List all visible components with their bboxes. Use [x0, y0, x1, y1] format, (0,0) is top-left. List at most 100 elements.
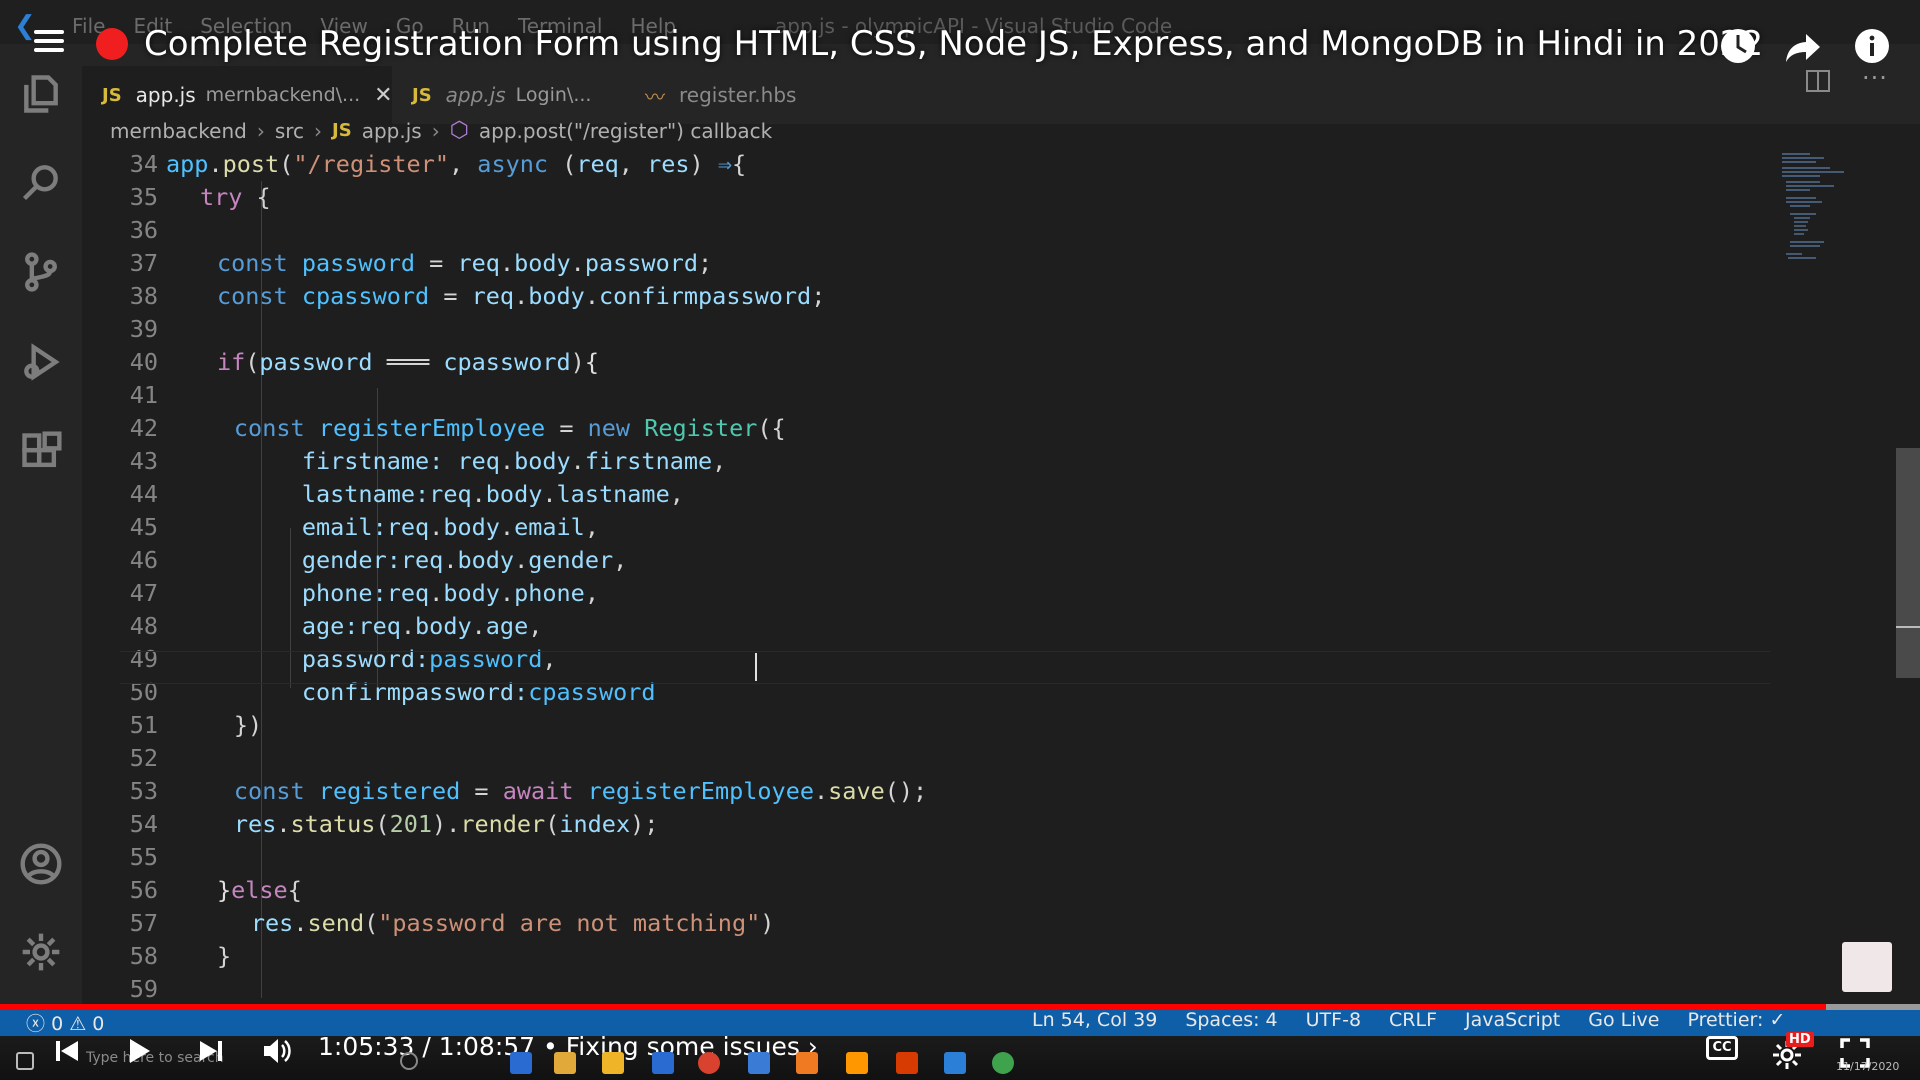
code-text: gender:req.body.gender, — [302, 544, 627, 577]
mail-icon[interactable] — [652, 1052, 674, 1074]
code-line[interactable]: 57 res.send("password are not matching") — [82, 907, 1782, 940]
code-text: const password = req.body.password; — [217, 247, 712, 280]
code-line[interactable]: 56}else{ — [82, 874, 1782, 907]
source-control-icon[interactable] — [17, 248, 65, 296]
code-token: . — [276, 810, 291, 838]
minimap[interactable] — [1780, 148, 1872, 288]
code-line[interactable]: 55 — [82, 841, 1782, 874]
code-token: ( — [375, 810, 390, 838]
breadcrumb-file[interactable]: app.js — [362, 119, 422, 143]
accounts-icon[interactable] — [17, 840, 65, 888]
channel-watermark[interactable] — [1842, 942, 1892, 992]
code-line[interactable]: 47 phone:req.body.phone, — [82, 577, 1782, 610]
encoding[interactable]: UTF-8 — [1306, 1009, 1361, 1031]
code-line[interactable]: 48 age:req.body.age, — [82, 610, 1782, 643]
vertical-scrollbar[interactable] — [1896, 448, 1920, 678]
captions-button[interactable]: CC — [1706, 1036, 1738, 1060]
breadcrumb-symbol[interactable]: app.post("/register") callback — [479, 119, 772, 143]
file-explorer-icon[interactable] — [602, 1052, 624, 1074]
code-line[interactable]: 43 firstname: req.body.firstname, — [82, 445, 1782, 478]
code-line[interactable]: 58} — [82, 940, 1782, 973]
mongodb-icon[interactable] — [992, 1052, 1014, 1074]
manage-gear-icon[interactable] — [17, 928, 65, 976]
edge-icon[interactable] — [510, 1052, 532, 1074]
line-number: 44 — [129, 480, 158, 508]
office-icon[interactable] — [896, 1052, 918, 1074]
indentation[interactable]: Spaces: 4 — [1185, 1009, 1277, 1031]
cursor-position[interactable]: Ln 54, Col 39 — [1032, 1009, 1157, 1031]
code-token: post — [222, 150, 280, 178]
code-token: "password are not matching" — [378, 909, 761, 937]
code-token: req — [358, 612, 401, 640]
prettier-status[interactable]: Prettier: ✓ — [1687, 1009, 1785, 1031]
tab-app-js-login[interactable]: JS app.js Login\... — [392, 66, 607, 124]
sublime-icon[interactable] — [846, 1052, 868, 1074]
code-line[interactable]: 52 — [82, 742, 1782, 775]
code-line[interactable]: 46 gender:req.body.gender, — [82, 544, 1782, 577]
code-line[interactable]: 41 — [82, 379, 1782, 412]
code-line[interactable]: 54 res.status(201).render(index); — [82, 808, 1782, 841]
handlebars-file-icon: 〰 — [645, 84, 665, 109]
code-token: registerEmployee — [587, 777, 814, 805]
close-icon[interactable]: ✕ — [374, 83, 392, 108]
menu-icon[interactable] — [34, 30, 64, 52]
code-token: phone: — [301, 579, 387, 607]
code-line[interactable]: 45 email:req.body.email, — [82, 511, 1782, 544]
code-line[interactable]: 34 app.post("/register", async (req, res)… — [82, 148, 1782, 181]
next-icon[interactable] — [194, 1034, 228, 1068]
vscode-taskbar-icon[interactable] — [944, 1052, 966, 1074]
store-icon[interactable] — [554, 1052, 576, 1074]
code-line[interactable]: 38 const cpassword = req.body.confirmpass… — [82, 280, 1782, 313]
extensions-icon[interactable] — [17, 428, 65, 476]
run-debug-icon[interactable] — [17, 338, 65, 386]
windows-start-icon[interactable] — [16, 1052, 34, 1070]
tab-register-hbs[interactable]: 〰 register.hbs — [627, 66, 842, 124]
tab-app-js-mernbackend[interactable]: JS app.js mernbackend\... ✕ — [82, 66, 393, 124]
code-token: ; — [698, 249, 713, 277]
info-icon[interactable] — [1852, 26, 1892, 66]
share-icon[interactable] — [1784, 26, 1824, 66]
code-line[interactable]: 42 const registerEmployee = new Register(… — [82, 412, 1782, 445]
code-token: . — [542, 480, 557, 508]
code-line[interactable]: 40 if(password ═══ cpassword){ — [82, 346, 1782, 379]
search-icon[interactable] — [17, 158, 65, 206]
code-line[interactable]: 37 const password = req.body.password; — [82, 247, 1782, 280]
app-icon[interactable] — [748, 1052, 770, 1074]
code-token: render — [460, 810, 546, 838]
explorer-icon[interactable] — [17, 70, 65, 118]
code-token: try — [199, 183, 243, 211]
breadcrumb-folder[interactable]: mernbackend — [110, 119, 247, 143]
volume-icon[interactable] — [260, 1034, 294, 1068]
split-editor-icon[interactable] — [1806, 70, 1830, 92]
code-line[interactable]: 59 — [82, 973, 1782, 998]
code-token: ); — [630, 810, 659, 838]
breadcrumb-folder[interactable]: src — [275, 119, 304, 143]
chevron-right-icon: › — [314, 118, 323, 143]
video-title[interactable]: Complete Registration Form using HTML, C… — [144, 24, 1763, 64]
chrome-icon[interactable] — [698, 1052, 720, 1074]
code-editor[interactable]: 34 app.post("/register", async (req, res)… — [82, 148, 1872, 998]
code-token: , — [618, 150, 648, 178]
code-token: = — [545, 414, 588, 442]
code-text: const registerEmployee = new Register({ — [234, 412, 786, 445]
cortana-icon[interactable] — [400, 1052, 418, 1070]
play-icon[interactable] — [122, 1034, 156, 1068]
error-icon: ⓧ — [26, 1013, 46, 1035]
clock-icon[interactable] — [1718, 26, 1758, 66]
code-line[interactable]: 44 lastname:req.body.lastname, — [82, 478, 1782, 511]
code-line[interactable]: 51}) — [82, 709, 1782, 742]
line-endings[interactable]: CRLF — [1389, 1009, 1437, 1031]
go-live-button[interactable]: Go Live — [1588, 1009, 1659, 1031]
code-line[interactable]: 35 try { — [82, 181, 1782, 214]
code-line[interactable]: 53 const registered = await registerEmplo… — [82, 775, 1782, 808]
problems-indicator[interactable]: ⓧ 0 ⚠ 0 — [26, 1009, 104, 1036]
code-token: email: — [301, 513, 387, 541]
more-actions-icon[interactable]: ··· — [1862, 64, 1888, 92]
code-token: { — [287, 876, 302, 904]
prev-icon[interactable] — [50, 1034, 84, 1068]
xampp-icon[interactable] — [796, 1052, 818, 1074]
language-mode[interactable]: JavaScript — [1465, 1009, 1560, 1031]
code-line[interactable]: 36 — [82, 214, 1782, 247]
code-line[interactable]: 39 — [82, 313, 1782, 346]
code-token: ) — [570, 348, 585, 376]
